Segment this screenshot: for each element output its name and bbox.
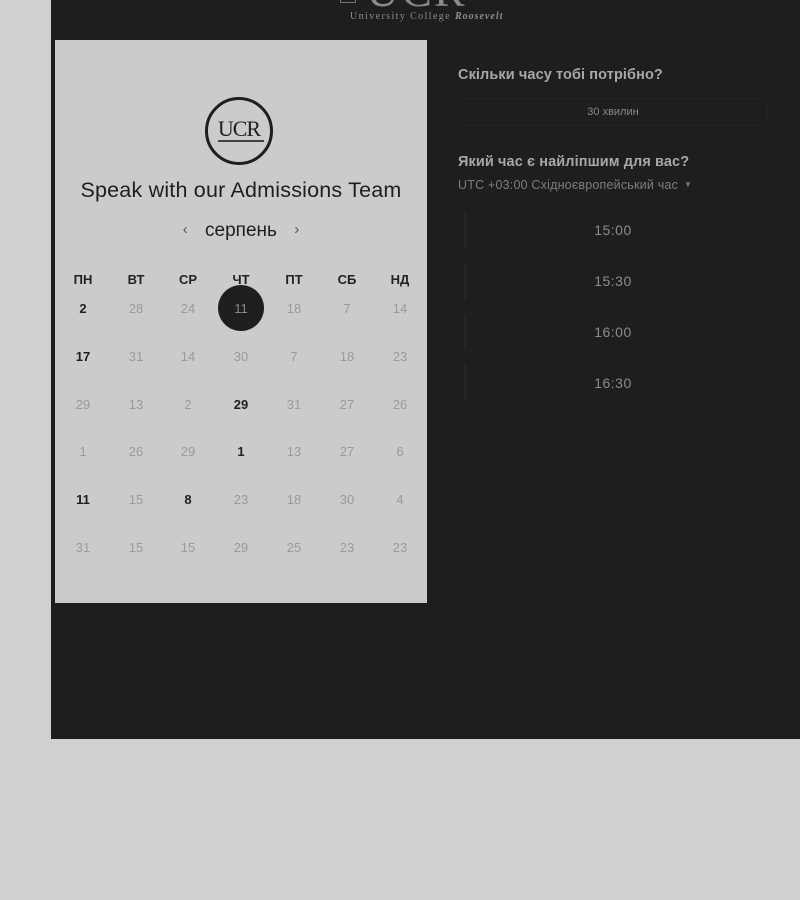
logo-subtitle-text: University College bbox=[350, 11, 452, 22]
calendar-day[interactable]: 11 bbox=[218, 285, 264, 331]
calendar-day: 24 bbox=[180, 300, 196, 316]
calendar-day: 7 bbox=[290, 348, 298, 364]
calendar-day: 27 bbox=[339, 443, 355, 459]
calendar-day: 14 bbox=[392, 300, 408, 316]
calendar-day: 18 bbox=[339, 348, 355, 364]
calendar-day: 2 bbox=[184, 396, 192, 412]
calendar-day: 13 bbox=[286, 443, 302, 459]
calendar-day: 4 bbox=[396, 491, 404, 507]
calendar-day: 18 bbox=[286, 300, 302, 316]
calendar-day: 30 bbox=[233, 348, 249, 364]
time-slot[interactable]: 16:00 bbox=[464, 314, 760, 350]
calendar-day: 31 bbox=[75, 539, 91, 555]
calendar-day: 23 bbox=[233, 491, 249, 507]
month-label: серпень bbox=[205, 220, 277, 241]
ucr-logo: UCR bbox=[205, 97, 273, 165]
calendar-day: 6 bbox=[396, 443, 404, 459]
calendar-day: 23 bbox=[392, 348, 408, 364]
calendar-day[interactable]: 29 bbox=[218, 381, 264, 427]
calendar-day: 23 bbox=[339, 539, 355, 555]
chevron-left-icon[interactable]: ‹ bbox=[171, 221, 200, 238]
ucr-logo-subline bbox=[218, 140, 264, 142]
calendar-day: 7 bbox=[343, 300, 351, 316]
calendar-day: 30 bbox=[339, 491, 355, 507]
calendar-day: 14 bbox=[180, 348, 196, 364]
calendar-day: 18 bbox=[286, 491, 302, 507]
calendar-card: UCR Speak with our Admissions Team ‹ сер… bbox=[55, 40, 427, 603]
header-logo-subtitle: University College Roosevelt bbox=[350, 11, 530, 22]
calendar-day: 26 bbox=[128, 443, 144, 459]
calendar-day[interactable]: 8 bbox=[165, 476, 211, 522]
calendar-day[interactable]: 17 bbox=[60, 333, 106, 379]
chevron-right-icon[interactable]: › bbox=[282, 221, 311, 238]
calendar-day: 1 bbox=[79, 443, 87, 459]
calendar-day: 31 bbox=[286, 396, 302, 412]
calendar-day: 29 bbox=[180, 443, 196, 459]
duration-select[interactable]: 30 хвилин bbox=[458, 98, 768, 126]
calendar-day: 15 bbox=[128, 491, 144, 507]
calendar-day: 25 bbox=[286, 539, 302, 555]
timezone-select[interactable]: UTC +03:00 Східноєвропейський час ▼ bbox=[458, 178, 692, 192]
ucr-logo-text: UCR bbox=[217, 116, 261, 141]
calendar-day[interactable]: 1 bbox=[218, 428, 264, 474]
calendar-day[interactable]: 2 bbox=[60, 285, 106, 331]
timezone-label: UTC +03:00 Східноєвропейський час bbox=[458, 178, 679, 192]
calendar-title: Speak with our Admissions Team bbox=[80, 178, 402, 202]
time-slot[interactable]: 16:30 bbox=[464, 365, 760, 401]
calendar-day: 27 bbox=[339, 396, 355, 412]
calendar-day: 15 bbox=[128, 539, 144, 555]
month-nav: ‹ серпень › bbox=[55, 220, 427, 242]
time-heading: Який час є найліпшим для вас? bbox=[458, 154, 690, 170]
header-logo: UCR University College Roosevelt bbox=[336, 0, 526, 26]
caret-down-icon: ▼ bbox=[684, 180, 693, 189]
duration-heading: Скільки часу тобі потрібно? bbox=[458, 67, 663, 83]
crest-icon bbox=[340, 0, 356, 3]
time-slot[interactable]: 15:00 bbox=[464, 212, 760, 248]
calendar-day: 29 bbox=[75, 396, 91, 412]
calendar-day: 29 bbox=[233, 539, 249, 555]
calendar-day: 26 bbox=[392, 396, 408, 412]
logo-subtitle-name: Roosevelt bbox=[454, 11, 504, 22]
time-slot[interactable]: 15:30 bbox=[464, 263, 760, 299]
calendar-day: 28 bbox=[128, 300, 144, 316]
calendar-day: 31 bbox=[128, 348, 144, 364]
calendar-day: 15 bbox=[180, 539, 196, 555]
calendar-day[interactable]: 11 bbox=[60, 476, 106, 522]
calendar-day: 13 bbox=[128, 396, 144, 412]
calendar-day: 23 bbox=[392, 539, 408, 555]
